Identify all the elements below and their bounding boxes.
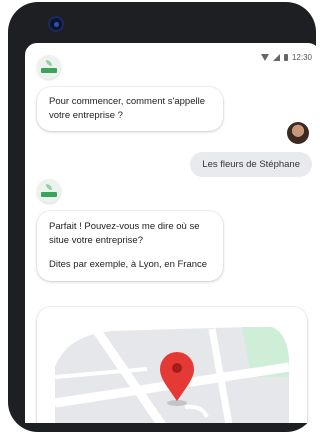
bot-message-2: Parfait ! Pouvez-vous me dire où se situ… — [37, 211, 223, 281]
user-message-1-text: Les fleurs de Stéphane — [202, 159, 300, 170]
user-avatar — [287, 122, 309, 144]
status-bar: 12:30 — [260, 51, 312, 63]
bot-message-1: Pour commencer, comment s'appelle votre … — [37, 87, 223, 131]
battery-icon — [283, 53, 288, 61]
bot-message-1-text: Pour commencer, comment s'appelle votre … — [49, 96, 205, 121]
signal-icon — [272, 53, 280, 61]
chat-screen: 12:30 Pour commencer, comment s'appelle … — [25, 43, 320, 423]
wifi-icon — [260, 53, 269, 61]
camera-icon — [48, 16, 64, 32]
map-view — [37, 307, 307, 423]
status-time: 12:30 — [291, 52, 312, 62]
bot-avatar-icon — [37, 179, 61, 203]
bot-message-2-text: Parfait ! Pouvez-vous me dire où se situ… — [49, 221, 200, 246]
bot-avatar-icon — [37, 55, 61, 79]
map-card[interactable] — [37, 307, 307, 423]
user-message-1: Les fleurs de Stéphane — [190, 152, 312, 177]
phone-frame: 12:30 Pour commencer, comment s'appelle … — [8, 2, 320, 432]
bot-message-2-example: Dites par exemple, à Lyon, en France — [49, 259, 208, 270]
